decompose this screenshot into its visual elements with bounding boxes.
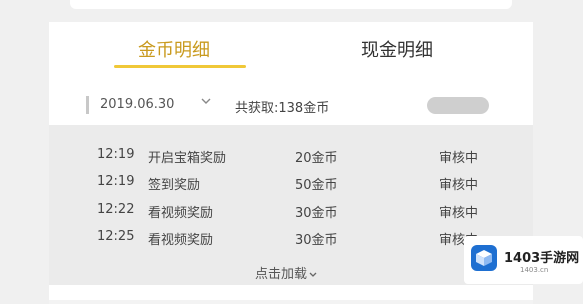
watermark-url: 1403.cn [520, 266, 549, 274]
tab-cash-detail[interactable]: 现金明细 [361, 36, 433, 62]
list-item: 12:19 开启宝箱奖励 20金币 审核中 [49, 147, 533, 167]
summary-action-button[interactable] [427, 97, 489, 114]
chevron-down-icon [309, 272, 317, 277]
list-item: 12:25 看视频奖励 30金币 审核中 [49, 229, 533, 249]
record-amount: 20金币 [295, 151, 338, 166]
load-more-button[interactable]: 点击加载 [255, 263, 318, 282]
load-more-label: 点击加载 [255, 267, 308, 282]
record-status: 审核中 [439, 206, 479, 221]
date-label: 2019.06.30 [100, 97, 175, 112]
records-list: 12:19 开启宝箱奖励 20金币 审核中 12:19 签到奖励 50金币 审核… [49, 125, 533, 285]
list-item: 12:19 签到奖励 50金币 审核中 [49, 174, 533, 194]
record-amount: 30金币 [295, 206, 338, 221]
total-earned-label: 共获取:138金币 [235, 101, 330, 116]
record-amount: 30金币 [295, 233, 338, 248]
top-card [70, 0, 512, 9]
watermark-logo-icon [471, 245, 497, 271]
record-time: 12:19 [97, 174, 135, 189]
record-description: 看视频奖励 [148, 233, 214, 248]
record-time: 12:19 [97, 147, 135, 162]
bottom-divider [49, 300, 533, 304]
tab-gold-coin-detail[interactable]: 金币明细 [138, 36, 210, 62]
active-tab-indicator [114, 65, 246, 68]
record-description: 看视频奖励 [148, 206, 214, 221]
watermark-brand: 1403手游网 [504, 251, 580, 266]
date-summary-row: 2019.06.30 共获取:138金币 [49, 92, 533, 122]
record-amount: 50金币 [295, 178, 338, 193]
record-time: 12:25 [97, 229, 135, 244]
chevron-down-icon[interactable] [199, 94, 213, 108]
record-status: 审核中 [439, 151, 479, 166]
record-status: 审核中 [439, 178, 479, 193]
list-item: 12:22 看视频奖励 30金币 审核中 [49, 202, 533, 222]
coin-detail-panel: 金币明细 现金明细 2019.06.30 共获取:138金币 12:19 开启宝… [49, 22, 533, 304]
record-time: 12:22 [97, 202, 135, 217]
record-description: 签到奖励 [148, 178, 201, 193]
watermark-badge: 1403手游网 1403.cn [464, 236, 583, 284]
record-description: 开启宝箱奖励 [148, 151, 227, 166]
date-marker [86, 96, 89, 114]
